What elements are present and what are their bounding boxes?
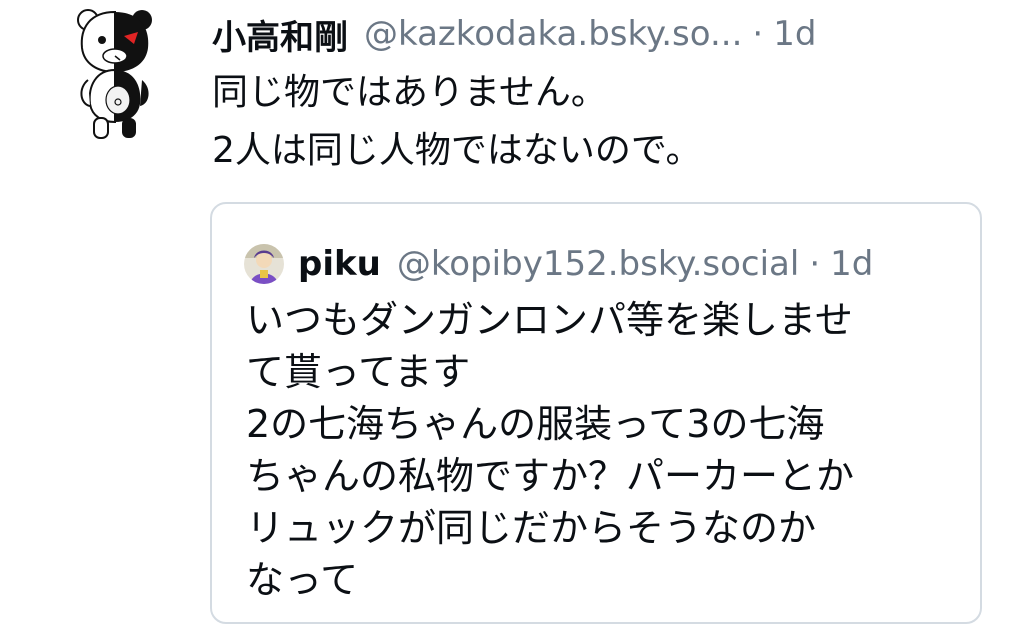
quote-text: いつもダンガンロンパ等を楽しませ て貰ってます 2の七海ちゃんの服装って3の七海… [246, 294, 956, 606]
author-handle[interactable]: @kazkodaka.bsky.so... [364, 14, 742, 54]
author-display-name[interactable]: 小高和剛 [212, 10, 348, 59]
header-separator: · [752, 14, 764, 54]
quote-text-line: ちゃんの私物ですか？パーカーとか [246, 454, 855, 498]
monokuma-bear-avatar-icon[interactable] [74, 8, 156, 142]
quote-text-line: なって [246, 558, 359, 602]
quote-header-separator: · [809, 244, 821, 284]
quote-text-line: 2の七海ちゃんの服装って3の七海 [246, 402, 825, 446]
quote-timestamp[interactable]: 1d [830, 244, 873, 284]
post-header: 小高和剛 @kazkodaka.bsky.so... · 1d [212, 10, 816, 58]
quote-text-line: て貰ってます [246, 350, 471, 394]
post-text-line: 2人は同じ人物ではないので。 [212, 130, 702, 171]
purple-character-avatar-icon[interactable] [244, 244, 284, 284]
quote-text-line: いつもダンガンロンパ等を楽しませ [246, 298, 853, 342]
quote-header: piku @kopiby152.bsky.social · 1d [244, 240, 873, 288]
quote-author-display-name[interactable]: piku [298, 244, 381, 284]
post[interactable]: 小高和剛 @kazkodaka.bsky.so... · 1d 同じ物ではありま… [0, 0, 1024, 636]
post-timestamp[interactable]: 1d [773, 14, 816, 54]
quote-card[interactable]: piku @kopiby152.bsky.social · 1d いつもダンガン… [210, 202, 982, 624]
post-text-line: 同じ物ではありません。 [212, 72, 607, 113]
post-text: 同じ物ではありません。 2人は同じ人物ではないので。 [212, 64, 701, 180]
quote-author-handle[interactable]: @kopiby152.bsky.social [397, 244, 800, 284]
quote-text-line: リュックが同じだからそうなのか [246, 506, 817, 550]
